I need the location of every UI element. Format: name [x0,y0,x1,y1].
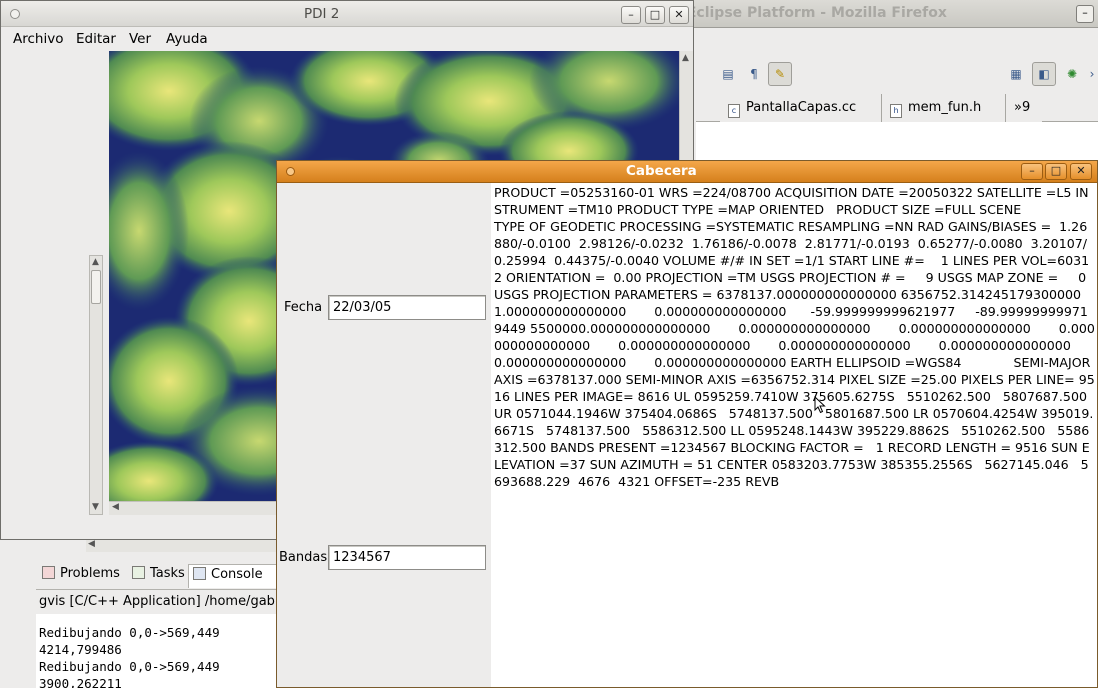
debug-perspective-icon[interactable]: ✺ [1060,62,1084,86]
problems-icon [42,566,55,579]
minimize-button[interactable]: – [1021,163,1043,180]
tab-label: Tasks [150,566,185,581]
tab-label: Console [211,567,263,582]
window-menu-icon[interactable] [10,9,20,19]
cpp-perspective-icon[interactable]: ◧ [1032,62,1056,86]
tasks-icon [132,566,145,579]
c-file-icon: c [728,104,740,118]
header-text-area[interactable]: PRODUCT =05253160-01 WRS =224/08700 ACQU… [491,183,1097,687]
scroll-left-icon[interactable]: ◀ [112,502,119,512]
minimize-button[interactable]: – [621,6,641,24]
menu-archivo[interactable]: Archivo [13,31,63,47]
pdi-window-title: PDI 2 [304,6,340,22]
cabecera-dialog: Cabecera – □ ✕ Fecha Bandas PRODUCT =052… [276,160,1098,688]
window-menu-icon[interactable] [286,167,295,176]
fecha-label: Fecha [284,300,323,315]
scroll-left-icon[interactable]: ◀ [88,539,95,549]
maximize-button[interactable]: □ [1045,163,1067,180]
console-header: gvis [C/C++ Application] /home/gabri [39,594,284,609]
cabecera-title: Cabecera [626,163,697,179]
scroll-up-icon[interactable]: ▲ [682,53,689,63]
eclipse-minimize-button[interactable]: – [1076,5,1094,23]
menu-ver[interactable]: Ver [129,31,151,47]
perspective-overflow-icon[interactable]: › [1086,62,1098,86]
console-icon [193,567,206,580]
layout-icon[interactable]: ▤ [716,62,740,86]
highlighter-icon[interactable]: ✎ [768,62,792,86]
editor-tab-bar: c PantallaCapas.cc h mem_fun.h »9 [696,94,1098,122]
close-button[interactable]: ✕ [669,6,689,24]
pdi-titlebar[interactable]: PDI 2 – □ ✕ [1,1,693,27]
horizontal-scrollbar[interactable]: ◀ [86,538,286,552]
tab-label: PantallaCapas.cc [746,100,857,115]
h-file-icon: h [890,104,902,118]
new-class-icon[interactable]: ▦ [1004,62,1028,86]
cabecera-titlebar[interactable]: Cabecera – □ ✕ [277,161,1097,183]
tab-pantallacapas[interactable]: c PantallaCapas.cc [720,94,882,122]
close-button[interactable]: ✕ [1070,163,1092,180]
mouse-pointer-icon [814,396,826,414]
scrollbar-thumb[interactable] [91,270,101,304]
view-tab-bar: Problems Tasks Console [36,560,286,590]
tab-mem-fun[interactable]: h mem_fun.h [882,94,1006,122]
scroll-down-icon[interactable]: ▼ [92,502,99,512]
tab-overflow-label: »9 [1014,100,1031,115]
console-output[interactable]: Redibujando 0,0->569,449 4214,799486 Red… [36,614,286,688]
menu-bar: Archivo Editar Ver Ayuda [1,27,693,51]
vertical-scrollbar[interactable]: ▲ ▼ [89,255,103,515]
tab-problems[interactable]: Problems [38,566,120,590]
fecha-field[interactable] [328,295,486,320]
tab-tasks[interactable]: Tasks [128,566,185,590]
menu-ayuda[interactable]: Ayuda [166,31,208,47]
tab-label: mem_fun.h [908,100,982,115]
maximize-button[interactable]: □ [645,6,665,24]
scroll-up-icon[interactable]: ▲ [92,257,99,267]
pilcrow-icon[interactable]: ¶ [742,62,766,86]
menu-editar[interactable]: Editar [76,31,116,47]
bandas-field[interactable] [328,545,486,570]
eclipse-toolbar: ▤ ¶ ✎ ▦ ◧ ✺ › [696,56,1098,90]
bandas-label: Bandas [279,550,328,565]
tab-label: Problems [60,566,120,581]
tab-overflow-button[interactable]: »9 [1006,94,1042,122]
tab-console[interactable]: Console [188,564,286,588]
